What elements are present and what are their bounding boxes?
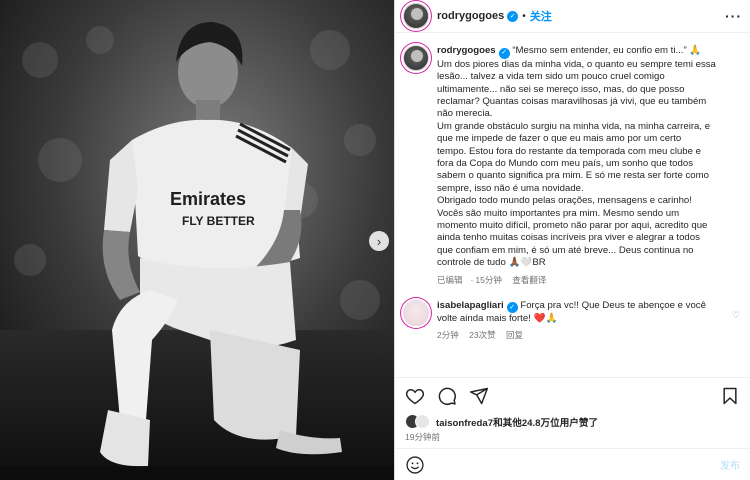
player-kneeling-image: Emirates FLY BETTER	[0, 0, 394, 480]
caption-line: momento muito difícil, prometo não parar…	[437, 219, 708, 231]
post-timestamp[interactable]: 19分钟前	[405, 431, 440, 443]
edited-label: 已编辑	[437, 274, 463, 285]
chevron-right-icon: ›	[376, 233, 382, 249]
verified-badge-icon: ✓	[498, 47, 510, 59]
caption-line: reclamar? Quantas coisas maravilhosas já…	[437, 95, 707, 107]
comment-meta: 2分钟 23次赞 回复	[437, 329, 742, 341]
caption: rodrygogoes ✓ “Mesmo sem entender, eu con…	[403, 45, 742, 270]
likes-summary: taisonfreda7和其他24.8万位用户赞了	[405, 414, 598, 429]
author-avatar[interactable]	[403, 3, 429, 29]
post-detail-panel: rodrygogoes ✓ • 关注 ··· rodrygogoes ✓ “Mes…	[394, 0, 750, 480]
post-header: rodrygogoes ✓ • 关注 ···	[395, 0, 750, 33]
comment-line: Força pra vc!! Que Deus te abençoe e voc…	[520, 299, 706, 311]
caption-line: lesão... talvez a vida tem sido um pouco…	[437, 71, 665, 83]
edited-time[interactable]: 15分钟	[475, 275, 501, 285]
caption-line: tempo. Estou fora do restante da tempora…	[437, 145, 701, 157]
caption-quote: “Mesmo sem entender, eu confio em ti...”…	[512, 45, 702, 56]
add-comment-bar: 发布	[395, 448, 750, 480]
liker-avatar[interactable]	[415, 414, 430, 429]
caption-line: não merecia.	[437, 108, 493, 120]
action-bar	[395, 377, 750, 413]
author-username[interactable]: rodrygogoes	[437, 10, 504, 22]
caption-line: Um grande obstáculo surgiu na minha vida…	[437, 120, 711, 132]
comment-time[interactable]: 2分钟	[437, 330, 459, 340]
caption-username[interactable]: rodrygogoes	[437, 45, 496, 56]
follow-button[interactable]: 关注	[530, 8, 552, 24]
verified-badge-icon: ✓	[507, 10, 519, 22]
post-comment-button[interactable]: 发布	[720, 457, 740, 472]
comment-bubble-icon[interactable]	[437, 386, 457, 406]
caption-line: Obrigado todo mundo pelas orações, mensa…	[437, 195, 692, 207]
comment-input[interactable]	[435, 459, 720, 470]
svg-text:Emirates: Emirates	[170, 189, 246, 209]
caption-line: sempre, isso não é uma novidade.	[437, 182, 584, 194]
svg-text:FLY BETTER: FLY BETTER	[182, 214, 255, 228]
more-options-icon[interactable]: ···	[725, 8, 742, 24]
liker-username[interactable]: taisonfreda7	[436, 418, 493, 429]
post-image[interactable]: Emirates FLY BETTER ›	[0, 0, 394, 480]
caption-line: que me impede de fazer o que eu mais amo…	[437, 133, 682, 145]
comments-scroll-area[interactable]: rodrygogoes ✓ “Mesmo sem entender, eu con…	[395, 38, 750, 376]
separator-dot: •	[522, 10, 526, 22]
caption-line: Um dos piores dias da minha vida, o quan…	[437, 58, 716, 70]
comment-item: isabelapagliari ✓ Força pra vc!! Que Deus…	[403, 299, 742, 326]
likes-count-text[interactable]: 和其他24.8万位用户赞了	[493, 418, 598, 429]
caption-line: sabem o quanto significa pra mim. E só m…	[437, 170, 709, 182]
likes-text: taisonfreda7和其他24.8万位用户赞了	[436, 415, 598, 429]
caption-line: ainda tenho muitas coisas incríveis pra …	[437, 232, 700, 244]
see-translation-link[interactable]: 查看翻译	[512, 275, 546, 285]
like-heart-icon[interactable]	[405, 386, 425, 406]
bookmark-icon[interactable]	[720, 386, 740, 406]
next-image-button[interactable]: ›	[369, 231, 389, 251]
comment-likes[interactable]: 23次赞	[469, 330, 495, 340]
verified-badge-icon: ✓	[506, 302, 518, 314]
caption-line: ultimamente... não sei se mereço isso, m…	[437, 83, 685, 95]
comment-text: isabelapagliari ✓ Força pra vc!! Que Deus…	[437, 300, 733, 326]
reply-button[interactable]: 回复	[506, 330, 523, 340]
share-send-icon[interactable]	[469, 386, 489, 406]
caption-line: fora da Copa do Mundo com meu país, um s…	[437, 157, 693, 169]
commenter-avatar[interactable]	[403, 299, 429, 326]
caption-line: que confiam em mim, é só um até breve...…	[437, 244, 694, 256]
comment-like-heart-icon[interactable]: ♡	[732, 310, 740, 321]
commenter-username[interactable]: isabelapagliari	[437, 300, 504, 311]
caption-line: controle de tudo 🙏🏾🤍BR	[437, 257, 546, 269]
caption-meta: 已编辑 · 15分钟 查看翻译	[437, 274, 742, 286]
comment-line: volte ainda mais forte! ❤️🙏	[437, 313, 558, 325]
meta-separator: ·	[470, 274, 474, 285]
caption-text: rodrygogoes ✓ “Mesmo sem entender, eu con…	[437, 45, 739, 270]
caption-avatar[interactable]	[403, 45, 429, 71]
caption-line: Vocês são muito importantes pra mim. Mes…	[437, 207, 680, 219]
smile-icon[interactable]	[405, 455, 425, 475]
